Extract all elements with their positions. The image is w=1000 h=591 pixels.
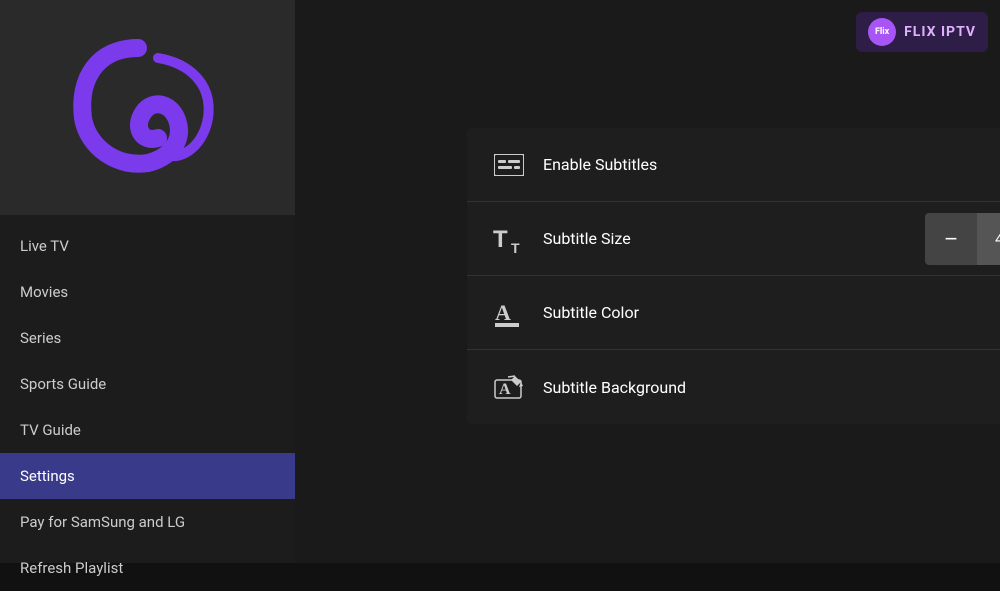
- sidebar-item-settings[interactable]: Settings: [0, 453, 295, 499]
- svg-text:T: T: [493, 226, 508, 253]
- sidebar-item-movies[interactable]: Movies: [0, 269, 295, 315]
- sidebar-item-refresh-playlist[interactable]: Refresh Playlist: [0, 545, 295, 591]
- svg-text:T: T: [511, 240, 520, 253]
- size-value: 46 pt: [977, 213, 1000, 265]
- settings-panel: Enable Subtitles T T Subtitle Size − 46 …: [467, 128, 1000, 424]
- logo-area: [0, 0, 295, 215]
- sidebar-item-live-tv[interactable]: Live TV: [0, 223, 295, 269]
- subtitle-size-row: T T Subtitle Size − 46 pt +: [467, 202, 1000, 276]
- subtitle-background-row: A Subtitle Background: [467, 350, 1000, 424]
- sidebar-item-sports-guide[interactable]: Sports Guide: [0, 361, 295, 407]
- main-content: Flix FLIX IPTV Flix IPTV: [295, 0, 1000, 563]
- nav-list: Live TV Movies Series Sports Guide TV Gu…: [0, 215, 295, 591]
- enable-subtitles-label: Enable Subtitles: [543, 155, 1000, 174]
- subtitle-size-label: Subtitle Size: [543, 229, 909, 248]
- enable-subtitles-row: Enable Subtitles: [467, 128, 1000, 202]
- app-logo: [68, 28, 228, 188]
- size-decrease-button[interactable]: −: [925, 213, 977, 265]
- sidebar-item-tv-guide[interactable]: TV Guide: [0, 407, 295, 453]
- size-controls: − 46 pt +: [925, 213, 1000, 265]
- flix-badge: Flix FLIX IPTV: [856, 12, 988, 52]
- subtitles-icon: [491, 147, 527, 183]
- sidebar: Live TV Movies Series Sports Guide TV Gu…: [0, 0, 295, 563]
- sidebar-item-series[interactable]: Series: [0, 315, 295, 361]
- flix-title: FLIX IPTV: [904, 24, 976, 40]
- sidebar-item-pay-samsung-lg[interactable]: Pay for SamSung and LG: [0, 499, 295, 545]
- svg-text:A: A: [499, 381, 511, 398]
- subtitle-color-label: Subtitle Color: [543, 303, 1000, 322]
- subtitle-bg-icon: A: [491, 369, 527, 405]
- svg-text:A: A: [495, 300, 511, 325]
- text-color-icon: A: [491, 295, 527, 331]
- subtitle-color-row: A Subtitle Color: [467, 276, 1000, 350]
- subtitle-background-label: Subtitle Background: [543, 378, 1000, 397]
- flix-logo: Flix: [868, 18, 896, 46]
- text-size-icon: T T: [491, 221, 527, 257]
